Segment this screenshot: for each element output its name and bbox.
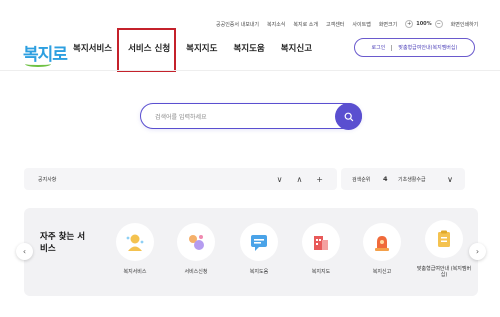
search-rank-bar[interactable]: 검색순위 4 기초생활수급 ∨ — [341, 168, 465, 190]
chevron-left-icon: ‹ — [22, 247, 27, 256]
welfare-map-icon — [302, 223, 340, 261]
zoom-out-button[interactable]: − — [434, 20, 443, 28]
zoom-value: 100% — [416, 21, 432, 27]
user-menu: 로그인 맞춤형급여안내(복지멤버십) — [354, 38, 475, 57]
quick-item-welfare-service[interactable]: 복지서비스 — [107, 223, 163, 275]
util-link-news[interactable]: 복지소식 — [267, 21, 285, 28]
zoom-control: + 100% − — [405, 20, 443, 28]
util-label-zoom: 화면크기 — [378, 21, 398, 28]
util-link-cert[interactable]: 공공인증서 내보내기 — [216, 21, 259, 28]
search-icon — [344, 112, 353, 121]
quick-item-label: 서비스신청 — [184, 269, 208, 275]
membership-link[interactable]: 맞춤형급여안내(복지멤버십) — [398, 44, 457, 51]
logo-smile-icon — [25, 61, 51, 67]
search-input[interactable] — [155, 110, 325, 124]
welfare-help-icon — [240, 223, 278, 261]
util-link-about[interactable]: 복지로 소개 — [293, 21, 318, 28]
quick-item-label: 복지서비스 — [123, 269, 147, 275]
util-link-print[interactable]: 화면인쇄하기 — [451, 21, 479, 28]
quick-item-welfare-help[interactable]: 복지도움 — [231, 223, 287, 275]
notice-controls: ∨ ∧ + — [277, 175, 323, 184]
notice-bar: 공지사항 ∨ ∧ + — [24, 168, 337, 190]
quick-item-membership[interactable]: 맞춤형급여안내 (복지멤버십) — [416, 220, 472, 278]
quick-item-label: 복지지도 — [311, 269, 331, 275]
nav-welfare-service[interactable]: 복지서비스 — [73, 43, 120, 55]
welfare-service-icon — [116, 223, 154, 261]
rank-number: 4 — [383, 175, 388, 183]
highlight-box — [117, 28, 176, 72]
membership-icon — [425, 220, 463, 258]
quick-item-welfare-report[interactable]: 복지신고 — [354, 223, 410, 275]
main-navigation: 복지서비스 서비스 신청 복지지도 복지도움 복지신고 — [73, 43, 320, 55]
quick-item-label: 복지신고 — [372, 269, 392, 275]
search-box — [140, 103, 362, 130]
header-divider — [0, 70, 500, 71]
quick-item-label: 복지도움 — [249, 269, 269, 275]
quick-menu-title: 자주 찾는 서비스 — [40, 232, 86, 254]
site-logo[interactable]: 복지로 — [23, 40, 68, 67]
util-link-help[interactable]: 고객센터 — [326, 21, 344, 28]
search-button[interactable] — [335, 103, 362, 130]
util-link-sitemap[interactable]: 사이트맵 — [352, 21, 370, 28]
notice-prev-button[interactable]: ∧ — [296, 175, 302, 184]
quick-item-label: 맞춤형급여안내 (복지멤버십) — [416, 266, 472, 278]
notice-more-button[interactable]: + — [316, 175, 323, 184]
nav-welfare-help[interactable]: 복지도움 — [225, 43, 272, 55]
zoom-in-button[interactable]: + — [405, 20, 414, 28]
rank-keyword[interactable]: 기초생활수급 — [398, 176, 426, 183]
welfare-report-icon — [363, 223, 401, 261]
utility-bar: 공공인증서 내보내기 복지소식 복지로 소개 고객센터 사이트맵 화면크기 + … — [216, 20, 478, 28]
login-link[interactable]: 로그인 — [372, 44, 386, 51]
quick-item-service-apply[interactable]: 서비스신청 — [168, 223, 224, 275]
quick-prev-button[interactable]: ‹ — [16, 243, 33, 260]
nav-welfare-report[interactable]: 복지신고 — [273, 43, 320, 55]
quick-item-welfare-map[interactable]: 복지지도 — [293, 223, 349, 275]
chevron-right-icon: › — [475, 247, 480, 256]
rank-label: 검색순위 — [352, 176, 371, 183]
chevron-down-icon[interactable]: ∨ — [447, 175, 453, 184]
notice-next-button[interactable]: ∨ — [277, 175, 283, 184]
nav-welfare-map[interactable]: 복지지도 — [178, 43, 225, 55]
user-menu-divider — [391, 44, 393, 51]
service-apply-icon — [177, 223, 215, 261]
notice-label[interactable]: 공지사항 — [38, 176, 56, 183]
